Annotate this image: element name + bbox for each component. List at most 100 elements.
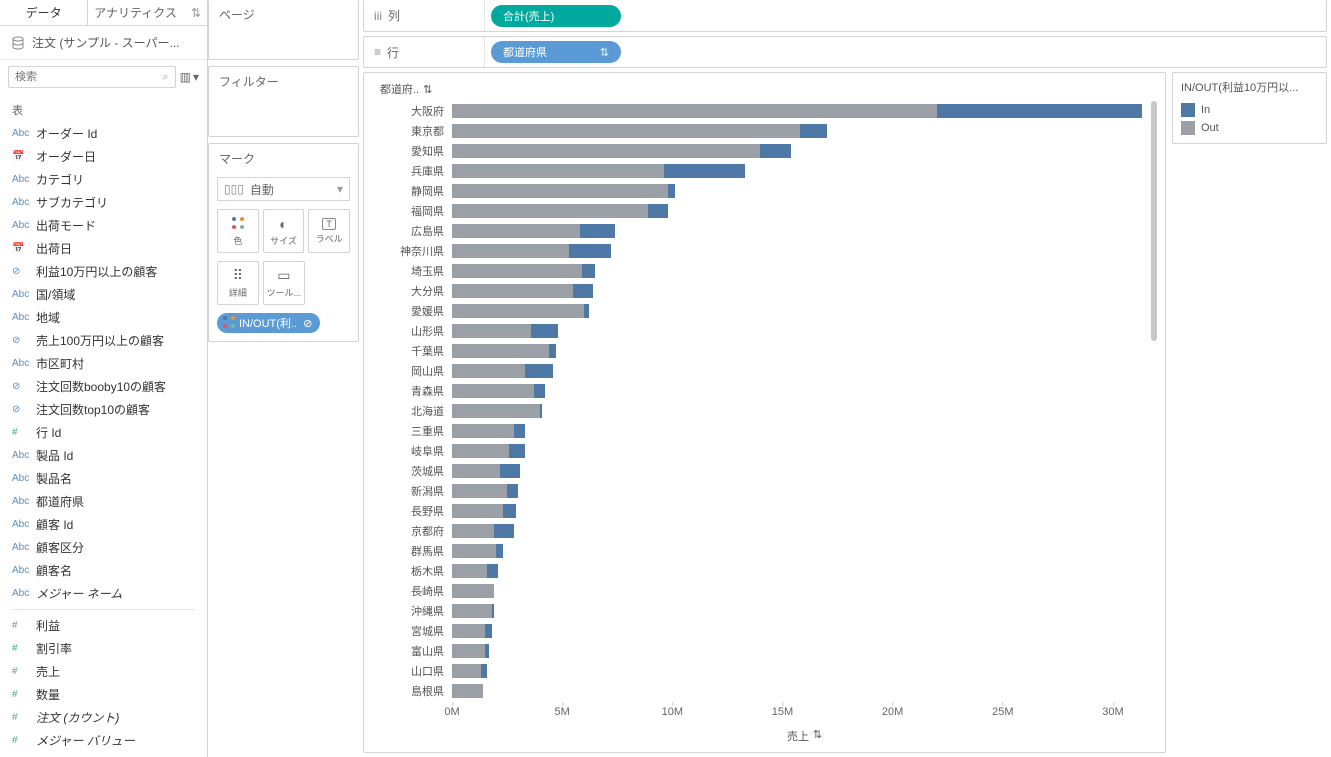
bar-row[interactable]: 長崎県	[372, 581, 1157, 601]
bar-segment-in[interactable]	[514, 424, 525, 438]
bar-row[interactable]: 島根県	[372, 681, 1157, 701]
bar-row[interactable]: 山形県	[372, 321, 1157, 341]
x-axis-title[interactable]: 売上 ⇅	[372, 726, 1157, 744]
mark-type-select[interactable]: ▯▯▯ 自動 ▾	[217, 177, 350, 201]
bar-row[interactable]: 福岡県	[372, 201, 1157, 221]
field-オーダー Id[interactable]: Abcオーダー Id	[0, 122, 207, 145]
field-顧客 Id[interactable]: Abc顧客 Id	[0, 513, 207, 536]
bar-segment-in[interactable]	[800, 124, 826, 138]
bar-row[interactable]: 兵庫県	[372, 161, 1157, 181]
bar-segment-out[interactable]	[452, 184, 668, 198]
bar-row[interactable]: 埼玉県	[372, 261, 1157, 281]
bar-row[interactable]: 愛媛県	[372, 301, 1157, 321]
search-box[interactable]: ⌕	[8, 66, 176, 88]
bar-segment-in[interactable]	[937, 104, 1142, 118]
field-数量[interactable]: #数量	[0, 683, 207, 706]
bar-segment-in[interactable]	[582, 264, 595, 278]
field-売上100万円以上の顧客[interactable]: ⊘売上100万円以上の顧客	[0, 329, 207, 352]
bar-segment-out[interactable]	[452, 164, 664, 178]
filters-card[interactable]: フィルター	[208, 66, 359, 137]
bar-row[interactable]: 静岡県	[372, 181, 1157, 201]
field-出荷日[interactable]: 📅出荷日	[0, 237, 207, 260]
bar-segment-in[interactable]	[494, 524, 514, 538]
bar-segment-out[interactable]	[452, 364, 525, 378]
bar-segment-in[interactable]	[531, 324, 557, 338]
bar-segment-out[interactable]	[452, 644, 485, 658]
bar-segment-in[interactable]	[485, 644, 489, 658]
bar-segment-in[interactable]	[525, 364, 554, 378]
bar-segment-out[interactable]	[452, 664, 481, 678]
bar-segment-in[interactable]	[485, 624, 492, 638]
field-利益10万円以上の顧客[interactable]: ⊘利益10万円以上の顧客	[0, 260, 207, 283]
field-メジャー ネーム[interactable]: Abcメジャー ネーム	[0, 582, 207, 605]
bar-row[interactable]: 青森県	[372, 381, 1157, 401]
bar-segment-out[interactable]	[452, 484, 507, 498]
detail-button[interactable]: ⠿ 詳細	[217, 261, 259, 305]
rows-pill[interactable]: 都道府県 ⇅	[491, 41, 621, 63]
bar-row[interactable]: 愛知県	[372, 141, 1157, 161]
bar-segment-in[interactable]	[668, 184, 675, 198]
bar-row[interactable]: 千葉県	[372, 341, 1157, 361]
columns-content[interactable]: 合計(売上)	[484, 0, 1326, 31]
field-売上[interactable]: #売上	[0, 660, 207, 683]
field-行 Id[interactable]: #行 Id	[0, 421, 207, 444]
bar-row[interactable]: 岡山県	[372, 361, 1157, 381]
bar-row[interactable]: 神奈川県	[372, 241, 1157, 261]
color-legend[interactable]: IN/OUT(利益10万円以... In Out	[1172, 72, 1327, 144]
bar-segment-in[interactable]	[500, 464, 520, 478]
field-オーダー日[interactable]: 📅オーダー日	[0, 145, 207, 168]
bar-segment-in[interactable]	[573, 284, 593, 298]
bar-segment-out[interactable]	[452, 564, 487, 578]
field-製品 Id[interactable]: Abc製品 Id	[0, 444, 207, 467]
size-button[interactable]: ◐ サイズ	[263, 209, 305, 253]
bar-segment-out[interactable]	[452, 464, 500, 478]
bar-segment-out[interactable]	[452, 424, 514, 438]
bar-segment-out[interactable]	[452, 404, 540, 418]
bar-row[interactable]: 京都府	[372, 521, 1157, 541]
bar-segment-out[interactable]	[452, 604, 492, 618]
bar-segment-out[interactable]	[452, 244, 569, 258]
color-pill[interactable]: IN/OUT(利.. ⊘	[217, 313, 320, 333]
bar-segment-in[interactable]	[487, 564, 498, 578]
bar-segment-in[interactable]	[503, 504, 516, 518]
search-input[interactable]	[15, 71, 162, 83]
bar-segment-out[interactable]	[452, 124, 800, 138]
bar-row[interactable]: 茨城県	[372, 461, 1157, 481]
datasource-row[interactable]: 注文 (サンプル - スーパー...	[0, 26, 207, 60]
bar-row[interactable]: 山口県	[372, 661, 1157, 681]
bar-segment-in[interactable]	[540, 404, 542, 418]
field-注文回数top10の顧客[interactable]: ⊘注文回数top10の顧客	[0, 398, 207, 421]
bar-row[interactable]: 群馬県	[372, 541, 1157, 561]
bar-row[interactable]: 栃木県	[372, 561, 1157, 581]
bar-segment-out[interactable]	[452, 544, 496, 558]
bar-row[interactable]: 北海道	[372, 401, 1157, 421]
field-割引率[interactable]: #割引率	[0, 637, 207, 660]
rows-content[interactable]: 都道府県 ⇅	[484, 37, 1326, 67]
bar-row[interactable]: 岐阜県	[372, 441, 1157, 461]
field-サブカテゴリ[interactable]: Abcサブカテゴリ	[0, 191, 207, 214]
bar-segment-out[interactable]	[452, 624, 485, 638]
bar-row[interactable]: 三重県	[372, 421, 1157, 441]
bar-row[interactable]: 長野県	[372, 501, 1157, 521]
bar-segment-in[interactable]	[760, 144, 791, 158]
field-メジャー バリュー[interactable]: #メジャー バリュー	[0, 729, 207, 752]
bar-segment-in[interactable]	[549, 344, 556, 358]
field-市区町村[interactable]: Abc市区町村	[0, 352, 207, 375]
bar-row[interactable]: 東京都	[372, 121, 1157, 141]
bar-row[interactable]: 新潟県	[372, 481, 1157, 501]
bar-segment-in[interactable]	[509, 444, 524, 458]
field-注文回数booby10の顧客[interactable]: ⊘注文回数booby10の顧客	[0, 375, 207, 398]
color-button[interactable]: 色	[217, 209, 259, 253]
tab-analytics[interactable]: アナリティクス ⇅	[88, 0, 207, 25]
columns-pill[interactable]: 合計(売上)	[491, 5, 621, 27]
bar-segment-in[interactable]	[496, 544, 503, 558]
bar-segment-out[interactable]	[452, 344, 549, 358]
field-カテゴリ[interactable]: Abcカテゴリ	[0, 168, 207, 191]
bar-segment-in[interactable]	[584, 304, 588, 318]
bar-segment-in[interactable]	[534, 384, 545, 398]
bar-segment-out[interactable]	[452, 524, 494, 538]
bar-row[interactable]: 宮城県	[372, 621, 1157, 641]
bar-segment-in[interactable]	[569, 244, 611, 258]
bar-row[interactable]: 富山県	[372, 641, 1157, 661]
bar-segment-in[interactable]	[481, 664, 488, 678]
